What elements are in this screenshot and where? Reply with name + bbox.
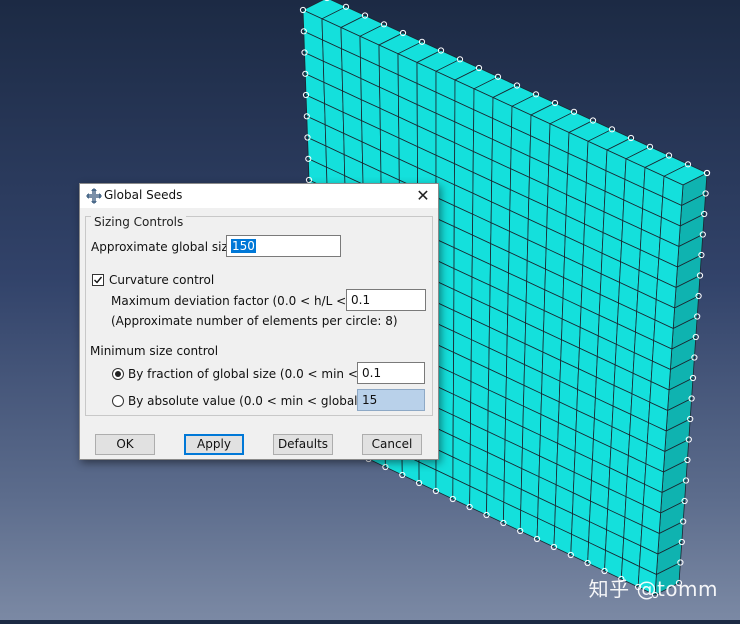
by-fraction-radio[interactable] <box>112 368 124 380</box>
defaults-button[interactable]: Defaults <box>273 434 333 455</box>
dialog-title: Global Seeds <box>104 188 183 202</box>
approx-global-size-label: Approximate global size: <box>91 240 240 254</box>
radio-selected-dot <box>115 371 121 377</box>
global-seeds-dialog: Global Seeds ✕ Sizing Controls Approxima… <box>79 183 439 460</box>
approx-elements-note: (Approximate number of elements per circ… <box>111 314 398 328</box>
approx-global-size-input[interactable]: 150 <box>226 235 341 257</box>
cancel-button[interactable]: Cancel <box>362 434 422 455</box>
apply-button[interactable]: Apply <box>184 434 244 455</box>
curvature-control-checkbox[interactable] <box>92 274 104 286</box>
dialog-titlebar[interactable]: Global Seeds ✕ <box>80 184 438 208</box>
min-size-control-label: Minimum size control <box>90 344 219 358</box>
by-absolute-radio[interactable] <box>112 395 124 407</box>
curvature-control-label: Curvature control <box>109 273 215 287</box>
ok-button[interactable]: OK <box>95 434 155 455</box>
max-deviation-input[interactable]: 0.1 <box>346 289 426 311</box>
watermark: 知乎 @tomm <box>588 577 718 601</box>
seed-icon <box>86 188 102 204</box>
close-button[interactable]: ✕ <box>409 184 437 208</box>
sizing-controls-title: Sizing Controls <box>91 215 187 229</box>
max-deviation-label: Maximum deviation factor (0.0 < h/L < 1.… <box>111 294 378 308</box>
by-fraction-input[interactable]: 0.1 <box>357 362 425 384</box>
by-absolute-label: By absolute value (0.0 < min < global si… <box>128 394 390 408</box>
by-fraction-label: By fraction of global size (0.0 < min < … <box>128 367 386 381</box>
by-absolute-input[interactable]: 15 <box>357 389 425 411</box>
checkmark-icon <box>94 276 103 284</box>
approx-global-size-value: 150 <box>231 239 256 253</box>
